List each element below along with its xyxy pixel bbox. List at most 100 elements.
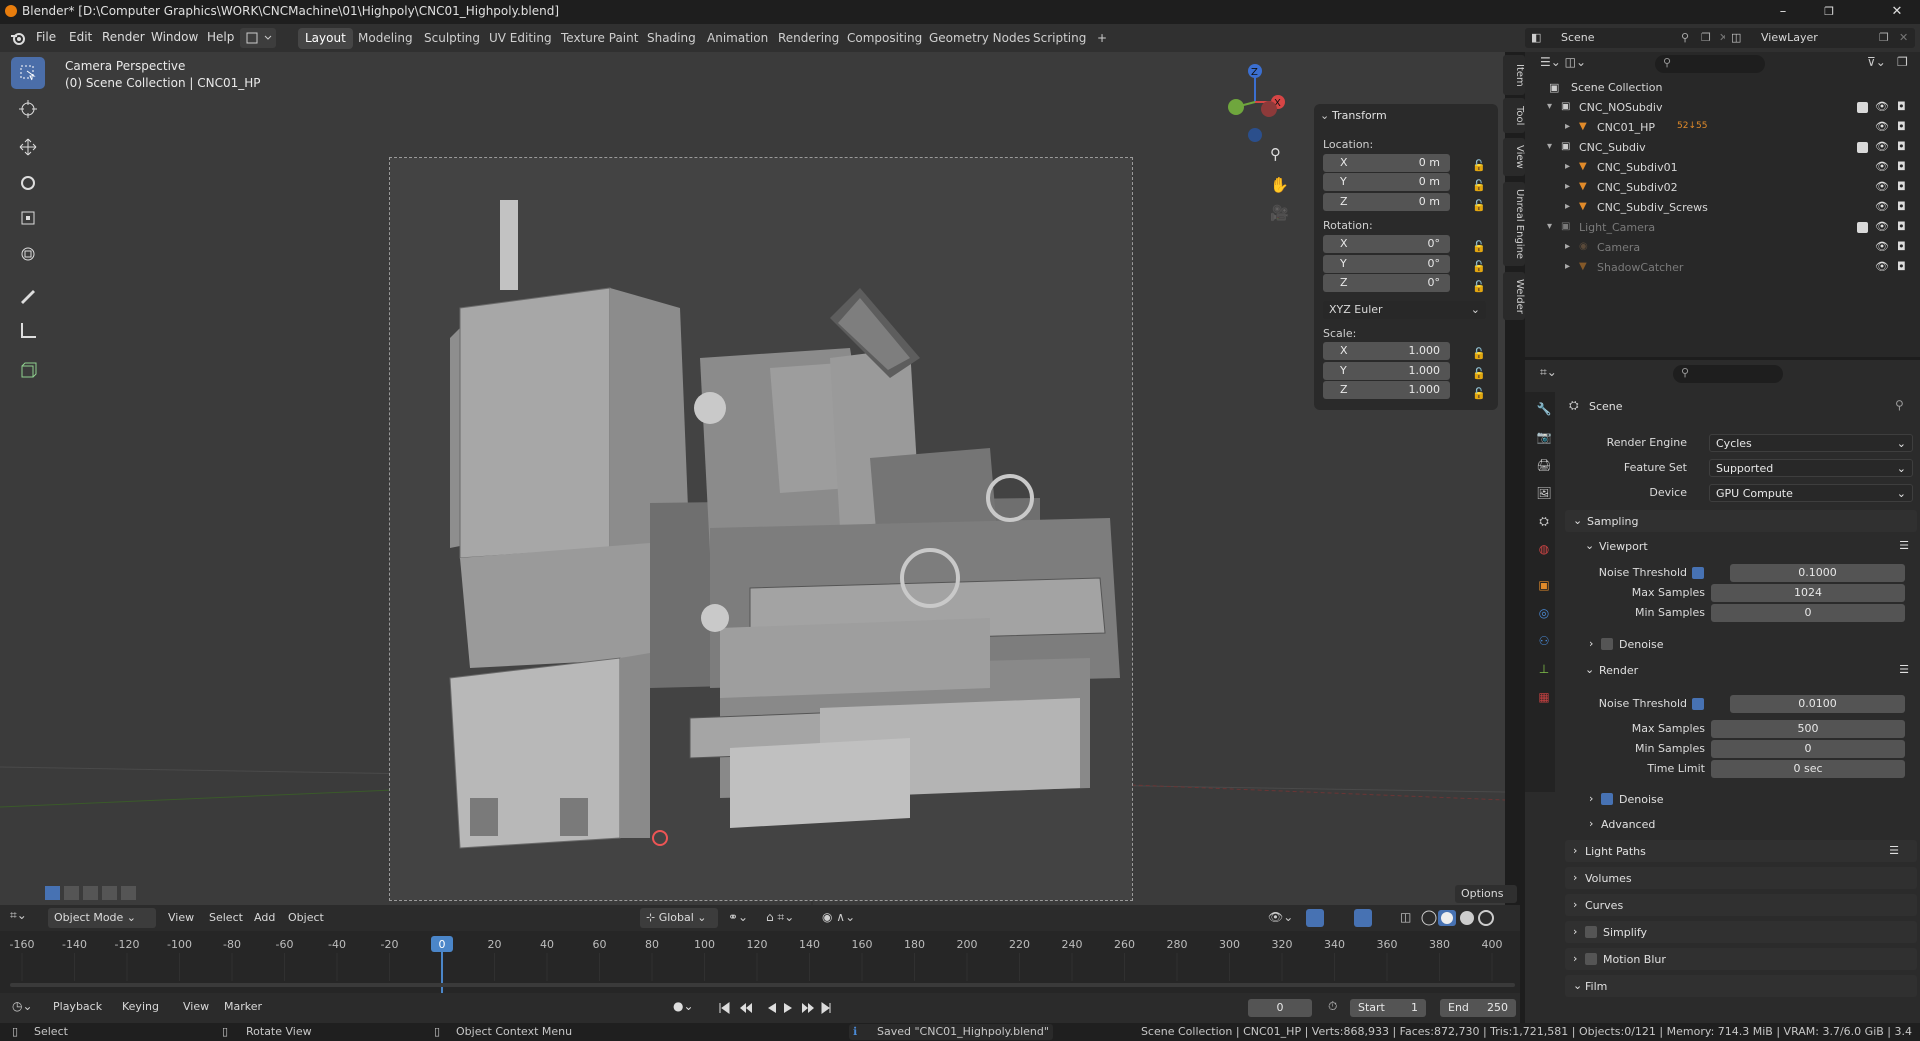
proportional-edit-icon[interactable]: ◉ ∧⌄ bbox=[822, 910, 855, 924]
view-layer-tab-icon[interactable]: 🖼 bbox=[1533, 482, 1555, 504]
motion-blur-panel[interactable]: › Motion Blur bbox=[1565, 948, 1917, 970]
current-frame-field[interactable]: 0 bbox=[1248, 999, 1312, 1017]
snap-icon[interactable]: ⌂ ⌗⌄ bbox=[766, 910, 794, 925]
outliner-search-input[interactable]: ⚲ bbox=[1655, 55, 1765, 73]
xray-icon[interactable]: ◫ bbox=[1400, 910, 1411, 924]
render-camera-icon[interactable]: ◘ bbox=[1897, 160, 1906, 173]
world-tab-icon[interactable]: ◍ bbox=[1533, 538, 1555, 560]
minimize-button[interactable]: – bbox=[1760, 0, 1806, 24]
feature-set-dropdown[interactable]: Supported ⌄ bbox=[1709, 459, 1913, 477]
render-camera-icon[interactable]: ◘ bbox=[1897, 140, 1906, 153]
expand-right-icon[interactable]: ▸ bbox=[1565, 161, 1570, 172]
location-y-field[interactable]: Y0 m bbox=[1323, 173, 1450, 191]
new-viewlayer-icon[interactable]: ❐ bbox=[1879, 31, 1889, 44]
outliner-editor-type-icon[interactable]: ☰⌄ ◫⌄ bbox=[1540, 55, 1610, 73]
tab-item[interactable]: Item bbox=[1503, 55, 1525, 95]
rotate-tool[interactable] bbox=[11, 167, 45, 199]
pivot-icon[interactable]: ⚭⌄ bbox=[728, 910, 748, 924]
tab-uv-editing[interactable]: UV Editing bbox=[482, 28, 559, 49]
tab-rendering[interactable]: Rendering bbox=[771, 28, 846, 49]
visibility-eye-icon[interactable]: 👁 bbox=[1875, 240, 1889, 253]
vp-noise-threshold-checkbox[interactable] bbox=[1692, 567, 1704, 579]
timeline-scrollbar[interactable] bbox=[10, 983, 1515, 987]
sampling-panel-header[interactable]: ⌄ Sampling bbox=[1565, 510, 1917, 532]
render-camera-icon[interactable]: ◘ bbox=[1897, 220, 1906, 233]
tab-welder[interactable]: Welder bbox=[1503, 272, 1525, 320]
transform-tool[interactable] bbox=[11, 238, 45, 270]
menu-view[interactable]: View bbox=[168, 911, 194, 924]
outliner-row[interactable]: ▾ ▣ CNC_NOSubdiv 👁 ◘ bbox=[1525, 98, 1920, 118]
exclude-checkbox[interactable] bbox=[1857, 142, 1868, 153]
navigation-gizmo[interactable]: Z X bbox=[1220, 57, 1290, 147]
render-camera-icon[interactable]: ◘ bbox=[1897, 200, 1906, 213]
location-x-field[interactable]: X0 m bbox=[1323, 154, 1450, 172]
scale-tool[interactable] bbox=[11, 202, 45, 234]
vp-max-samples-field[interactable]: 1024 bbox=[1711, 584, 1905, 602]
outliner-row[interactable]: ▾ ▣ Light_Camera 👁 ◘ bbox=[1525, 218, 1920, 238]
visibility-eye-icon[interactable]: 👁 bbox=[1875, 220, 1889, 233]
cnc-machine-model[interactable] bbox=[390, 158, 1132, 900]
tab-sculpting[interactable]: Sculpting bbox=[417, 28, 487, 49]
tab-compositing[interactable]: Compositing bbox=[840, 28, 929, 49]
pin-icon[interactable]: ⚲ bbox=[1681, 31, 1689, 44]
render-camera-icon[interactable]: ◘ bbox=[1897, 260, 1906, 273]
new-scene-icon[interactable]: ❐ bbox=[1701, 31, 1711, 44]
options-dropdown[interactable]: Options bbox=[1455, 885, 1517, 903]
scale-y-field[interactable]: Y 1.000 bbox=[1323, 362, 1450, 380]
device-dropdown[interactable]: GPU Compute ⌄ bbox=[1709, 484, 1913, 502]
r-min-samples-field[interactable]: 0 bbox=[1711, 740, 1905, 758]
outliner-row[interactable]: ▸ ▼ CNC_Subdiv02 👁 ◘ bbox=[1525, 178, 1920, 198]
light-paths-panel[interactable]: › Light Paths ☰ bbox=[1565, 840, 1917, 862]
render-subpanel-header[interactable]: ⌄ Render ☰ bbox=[1577, 660, 1917, 680]
rotation-mode-dropdown[interactable]: XYZ Euler ⌄ bbox=[1323, 301, 1486, 319]
advanced-subpanel[interactable]: › Advanced bbox=[1589, 816, 1789, 834]
start-frame-field[interactable]: Start 1 bbox=[1350, 999, 1426, 1017]
clock-icon[interactable]: ◷⌄ bbox=[12, 999, 33, 1013]
vp-noise-threshold-field[interactable]: 0.1000 bbox=[1730, 564, 1905, 582]
outliner-row[interactable]: ▸ ▼ CNC01_HP 52↓55 👁 ◘ bbox=[1525, 118, 1920, 138]
record-icon[interactable]: ●⌄ bbox=[673, 999, 694, 1013]
visibility-icon[interactable]: 👁⌄ bbox=[1268, 910, 1293, 924]
tab-unreal-engine[interactable]: Unreal Engine bbox=[1503, 182, 1525, 266]
orientation-dropdown[interactable]: ⊹ Global ⌄ bbox=[640, 908, 718, 928]
tab-shading[interactable]: Shading bbox=[640, 28, 703, 49]
expand-right-icon[interactable]: ▸ bbox=[1565, 181, 1570, 192]
menu-view[interactable]: View bbox=[183, 1000, 209, 1013]
render-tab-icon[interactable]: 📷 bbox=[1533, 426, 1555, 448]
select-box-tool[interactable] bbox=[11, 57, 45, 89]
r-max-samples-field[interactable]: 500 bbox=[1711, 720, 1905, 738]
menu-add[interactable]: Add bbox=[254, 911, 275, 924]
menu-marker[interactable]: Marker bbox=[224, 1000, 262, 1013]
visibility-eye-icon[interactable]: 👁 bbox=[1875, 200, 1889, 213]
props-search-input[interactable]: ⚲ bbox=[1673, 365, 1783, 383]
camera-view-icon[interactable]: 🎥 bbox=[1270, 204, 1289, 222]
physics-tab-icon[interactable]: ◎ bbox=[1533, 602, 1555, 624]
tab-animation[interactable]: Animation bbox=[700, 28, 775, 49]
vp-min-samples-field[interactable]: 0 bbox=[1711, 604, 1905, 622]
menu-playback[interactable]: Playback bbox=[53, 1000, 102, 1013]
outliner-row[interactable]: ▸ ▼ CNC_Subdiv_Screws 👁 ◘ bbox=[1525, 198, 1920, 218]
expand-right-icon[interactable]: ▸ bbox=[1565, 261, 1570, 272]
expand-right-icon[interactable]: ▸ bbox=[1565, 241, 1570, 252]
menu-select[interactable]: Select bbox=[209, 911, 243, 924]
output-tab-icon[interactable]: 🖨 bbox=[1533, 454, 1555, 476]
data-tab-icon[interactable]: ⊥ bbox=[1533, 658, 1555, 680]
menu-file[interactable]: File bbox=[36, 30, 56, 44]
tab-view[interactable]: View bbox=[1503, 138, 1525, 176]
scale-x-field[interactable]: X 1.000 bbox=[1323, 342, 1450, 360]
measure-tool[interactable] bbox=[11, 314, 45, 346]
move-tool[interactable] bbox=[11, 131, 45, 163]
tab-geometry-nodes[interactable]: Geometry Nodes bbox=[922, 28, 1037, 49]
selection-mode-icons[interactable] bbox=[45, 885, 145, 901]
delete-viewlayer-icon[interactable]: ✕ bbox=[1899, 31, 1908, 44]
stopwatch-icon[interactable]: ⏱ bbox=[1328, 999, 1337, 1014]
props-editor-type-icon[interactable]: ⌗⌄ bbox=[1540, 365, 1557, 380]
expand-down-icon[interactable]: ▾ bbox=[1547, 141, 1552, 152]
exclude-checkbox[interactable] bbox=[1857, 222, 1868, 233]
object-tab-icon[interactable]: ▣ bbox=[1533, 574, 1555, 596]
outliner-row[interactable]: ▾ ▣ CNC_Subdiv 👁 ◘ bbox=[1525, 138, 1920, 158]
scale-z-field[interactable]: Z 1.000 bbox=[1323, 381, 1450, 399]
filter-icon[interactable]: ⊽⌄ bbox=[1867, 55, 1886, 69]
viewport-subpanel-header[interactable]: ⌄ Viewport ☰ bbox=[1577, 536, 1917, 556]
constraints-tab-icon[interactable]: ⚇ bbox=[1533, 630, 1555, 652]
